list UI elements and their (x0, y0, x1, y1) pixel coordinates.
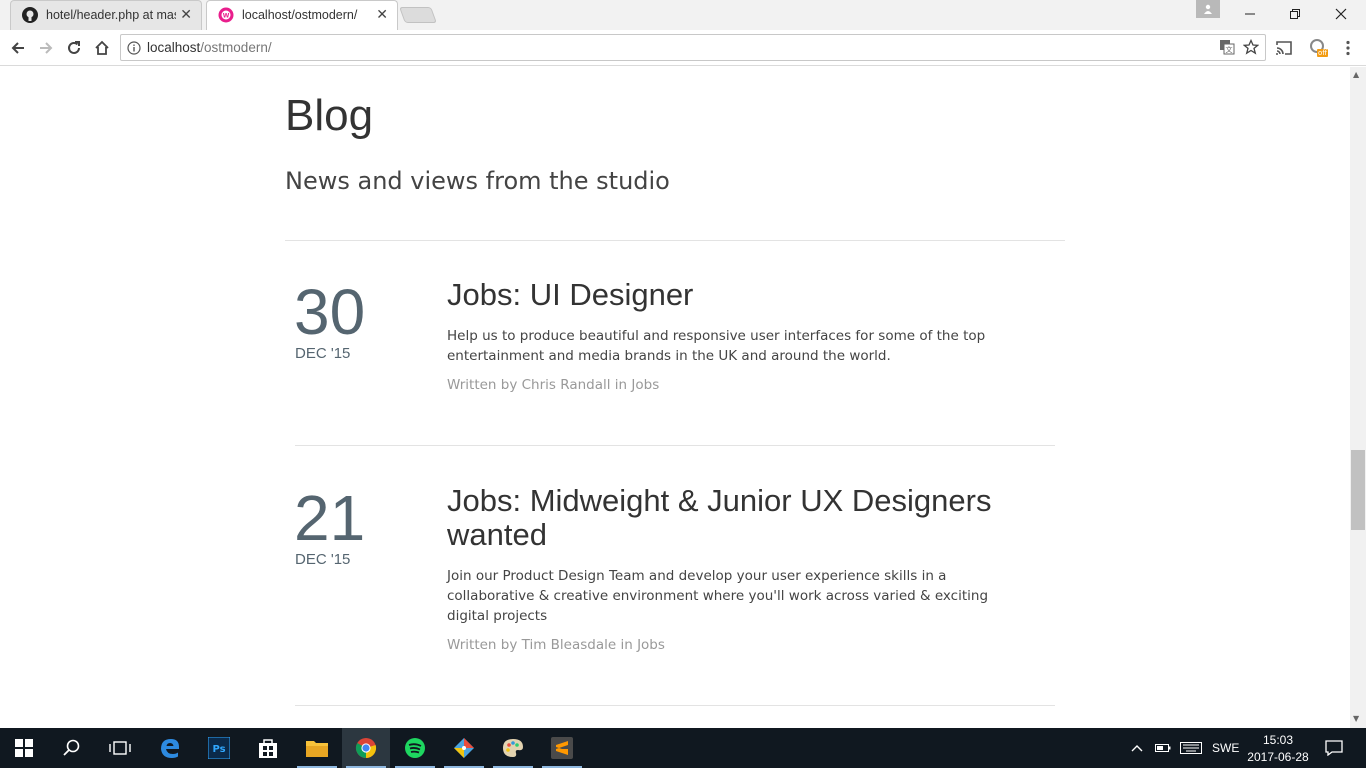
url-path: /ostmodern/ (200, 40, 272, 55)
battery-icon[interactable] (1155, 728, 1171, 768)
photoshop-icon[interactable]: Ps (195, 728, 243, 768)
file-explorer-icon[interactable] (293, 728, 341, 768)
restore-button[interactable] (1272, 0, 1318, 28)
minimize-button[interactable] (1227, 0, 1273, 28)
tab-title: localhost/ostmodern/ (242, 8, 358, 22)
search-icon[interactable] (48, 728, 96, 768)
scrollbar-thumb[interactable] (1351, 450, 1365, 530)
svg-text:Ps: Ps (212, 744, 225, 755)
vertical-scrollbar[interactable] (1350, 67, 1366, 728)
post-excerpt: Join our Product Design Team and develop… (447, 568, 989, 624)
home-icon (95, 40, 109, 55)
tab-title: hotel/header.php at mas (46, 8, 176, 22)
post-month: DEC '15 (295, 345, 351, 362)
post-meta: Written by Tim Bleasdale in Jobs (447, 637, 665, 653)
reload-icon (68, 41, 80, 54)
reload-button[interactable] (62, 36, 86, 60)
system-clock[interactable]: 15:03 2017-06-28 (1240, 732, 1316, 766)
action-center-icon[interactable] (1325, 728, 1343, 768)
scroll-down-arrow-icon[interactable]: ▼ (1353, 714, 1359, 723)
post-day: 21 (294, 482, 366, 554)
tab-strip: hotel/header.php at mas ✕ W localhost/os… (0, 0, 1366, 30)
header-divider (285, 240, 1065, 241)
tab-localhost[interactable]: W localhost/ostmodern/ ✕ (206, 0, 398, 30)
wamp-icon: W (218, 7, 234, 23)
bookmark-star-icon[interactable] (1242, 38, 1260, 59)
url-host: localhost (147, 40, 201, 55)
menu-kebab-icon[interactable] (1336, 36, 1360, 60)
spotify-icon[interactable] (391, 728, 439, 768)
extension-icon[interactable]: off (1306, 36, 1330, 60)
post-divider (295, 445, 1055, 446)
post-title-link[interactable]: Jobs: Midweight & Junior UX Designers wa… (447, 484, 1047, 552)
paint-icon[interactable] (489, 728, 537, 768)
info-icon[interactable] (127, 40, 141, 59)
windows-taskbar: Ps SWE 15:03 2017-06-28 (0, 728, 1366, 768)
chrome-icon[interactable] (342, 728, 390, 768)
forward-button[interactable] (34, 36, 58, 60)
post-divider (295, 705, 1055, 706)
clock-date: 2017-06-28 (1247, 750, 1309, 764)
translate-icon[interactable]: 文 (1219, 39, 1235, 59)
scroll-up-arrow-icon[interactable]: ▲ (1353, 70, 1359, 79)
page-viewport: Blog News and views from the studio 30 D… (0, 67, 1350, 728)
home-button[interactable] (90, 36, 114, 60)
post-title-link[interactable]: Jobs: UI Designer (447, 278, 1047, 312)
new-tab-button[interactable] (399, 7, 437, 23)
keyboard-icon[interactable] (1180, 728, 1202, 768)
edge-icon[interactable] (146, 728, 194, 768)
svg-text:W: W (223, 13, 230, 20)
post-meta: Written by Chris Randall in Jobs (447, 377, 660, 393)
windows-start-icon[interactable] (0, 728, 48, 768)
address-bar[interactable]: localhost/ostmodern/ 文 (120, 34, 1266, 61)
back-arrow-icon (11, 42, 24, 54)
post-day: 30 (294, 276, 366, 348)
cast-icon[interactable] (1272, 36, 1296, 60)
github-icon (22, 7, 38, 23)
svg-text:文: 文 (1226, 45, 1233, 54)
close-tab-icon[interactable]: ✕ (376, 7, 388, 23)
back-button[interactable] (6, 36, 30, 60)
language-indicator[interactable]: SWE (1212, 728, 1239, 768)
store-icon[interactable] (244, 728, 292, 768)
close-window-button[interactable] (1318, 0, 1364, 28)
close-tab-icon[interactable]: ✕ (180, 7, 192, 23)
sublime-icon[interactable] (538, 728, 586, 768)
show-hidden-icons-chevron-icon[interactable] (1130, 728, 1144, 768)
post-month: DEC '15 (295, 551, 351, 568)
url-text: localhost/ostmodern/ (147, 40, 272, 55)
git-icon[interactable] (440, 728, 488, 768)
task-view-icon[interactable] (96, 728, 144, 768)
profile-icon[interactable] (1196, 0, 1220, 18)
forward-arrow-icon (40, 42, 53, 54)
clock-time: 15:03 (1262, 733, 1294, 747)
page-title: Blog (285, 91, 374, 140)
post-excerpt: Help us to produce beautiful and respons… (447, 328, 986, 364)
extension-badge: off (1318, 49, 1328, 57)
page-subtitle: News and views from the studio (285, 167, 670, 195)
tab-github[interactable]: hotel/header.php at mas ✕ (10, 0, 202, 30)
